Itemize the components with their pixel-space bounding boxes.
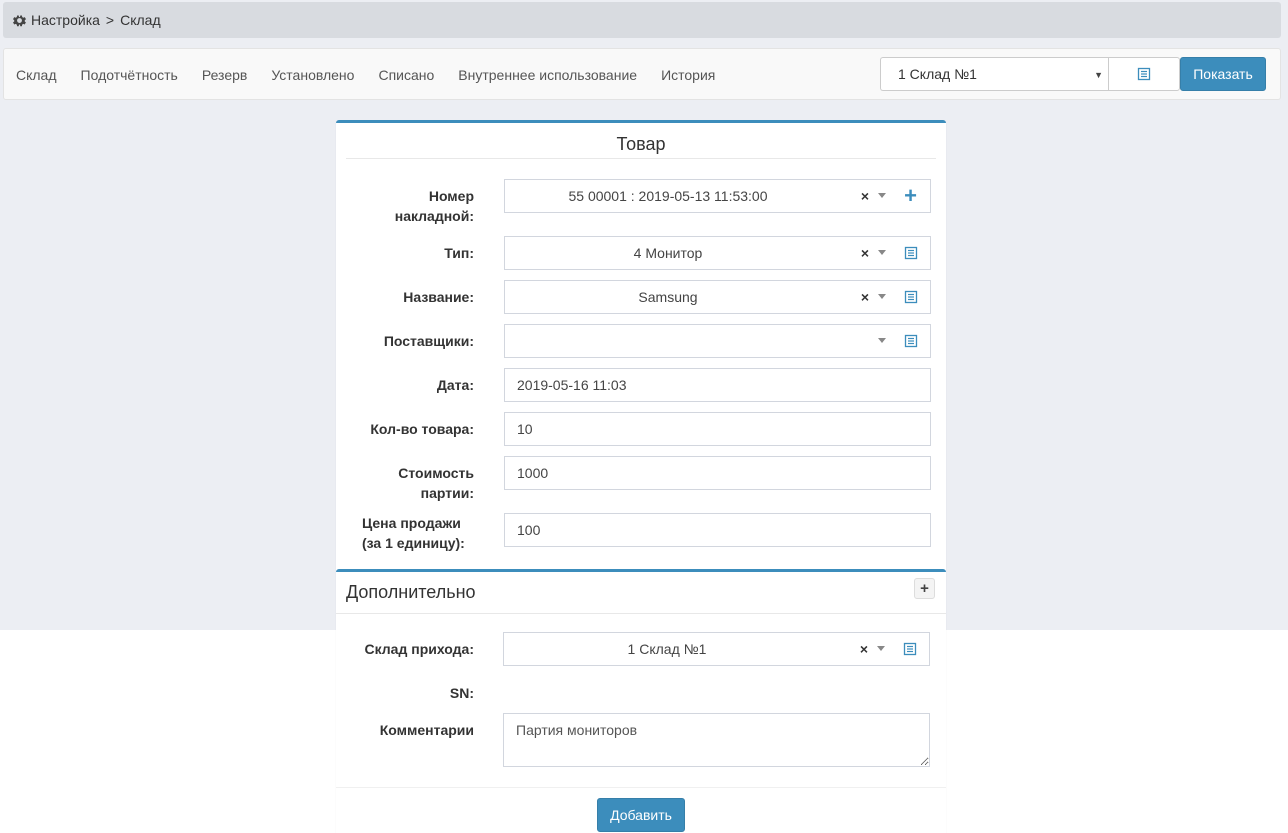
type-select[interactable]: 4 Монитор × xyxy=(504,236,892,270)
expand-toggle-button[interactable]: + xyxy=(914,578,935,599)
list-icon xyxy=(904,334,917,348)
name-list-button[interactable] xyxy=(891,280,931,314)
type-label: Тип: xyxy=(444,245,474,261)
breadcrumb: Настройка > Склад xyxy=(3,2,1281,38)
chevron-down-icon xyxy=(878,294,886,299)
comment-label: Комментарии xyxy=(379,722,474,738)
list-icon xyxy=(904,246,917,260)
chevron-down-icon xyxy=(878,338,886,343)
sale-price-label-line1: Цена продажи xyxy=(362,515,461,531)
caret-down-icon: ▼ xyxy=(1094,70,1103,80)
supplier-select[interactable] xyxy=(504,324,892,358)
quantity-label: Кол-во товара: xyxy=(370,421,474,437)
date-label: Дата: xyxy=(436,377,474,393)
invoice-label: Номер накладной: xyxy=(336,186,474,226)
additional-section-header: Дополнительно + xyxy=(336,569,946,614)
tab-written-off[interactable]: Списано xyxy=(378,67,434,83)
date-input-value: 2019-05-16 11:03 xyxy=(517,377,627,393)
comment-textarea[interactable]: Партия мониторов xyxy=(503,713,930,767)
tab-accountability[interactable]: Подотчётность xyxy=(81,67,178,83)
supplier-list-button[interactable] xyxy=(891,324,931,358)
date-input[interactable]: 2019-05-16 11:03 xyxy=(504,368,931,402)
incoming-warehouse-select-value: 1 Склад №1 xyxy=(627,641,707,657)
tab-warehouse[interactable]: Склад xyxy=(16,67,57,83)
invoice-select[interactable]: 55 00001 : 2019-05-13 11:53:00 × xyxy=(504,179,892,213)
sale-price-label: Цена продажи (за 1 единицу): xyxy=(336,513,496,553)
chevron-down-icon xyxy=(877,646,885,651)
warehouse-select[interactable]: 1 Склад №1 ▼ xyxy=(880,57,1109,91)
name-label: Название: xyxy=(403,289,474,305)
incoming-warehouse-label: Склад прихода: xyxy=(364,641,475,657)
supplier-label: Поставщики: xyxy=(383,333,474,349)
name-select-value: Samsung xyxy=(638,289,698,305)
batch-cost-label-line1: Стоимость xyxy=(398,465,474,481)
sn-label: SN: xyxy=(449,685,474,701)
invoice-label-line2: накладной: xyxy=(394,208,474,224)
sale-price-input-value: 100 xyxy=(517,522,541,538)
batch-cost-input[interactable]: 1000 xyxy=(504,456,931,490)
list-icon xyxy=(904,290,917,304)
clear-icon[interactable]: × xyxy=(861,289,869,305)
breadcrumb-separator: > xyxy=(105,12,115,28)
type-select-value: 4 Монитор xyxy=(633,245,703,261)
tab-internal-use[interactable]: Внутреннее использование xyxy=(458,67,637,83)
add-button[interactable]: Добавить xyxy=(597,798,685,832)
list-icon xyxy=(903,642,916,656)
plus-icon: + xyxy=(904,183,917,208)
sale-price-input[interactable]: 100 xyxy=(504,513,931,547)
chevron-down-icon xyxy=(878,250,886,255)
gear-icon xyxy=(13,14,26,26)
divider xyxy=(336,787,946,788)
additional-section-title: Дополнительно xyxy=(346,582,476,602)
clear-icon[interactable]: × xyxy=(861,245,869,261)
breadcrumb-current: Склад xyxy=(120,12,161,28)
sale-price-label-line2: (за 1 единицу): xyxy=(362,535,465,551)
supplier-select-value xyxy=(505,325,831,357)
incoming-warehouse-select[interactable]: 1 Склад №1 × xyxy=(503,632,891,666)
tab-history[interactable]: История xyxy=(661,67,715,83)
warehouse-select-value: 1 Склад №1 xyxy=(898,66,977,82)
invoice-label-line1: Номер xyxy=(428,188,474,204)
list-icon xyxy=(1137,67,1151,81)
quantity-input-value: 10 xyxy=(517,421,533,437)
add-invoice-button[interactable]: + xyxy=(891,179,931,213)
batch-cost-label: Стоимость партии: xyxy=(336,463,474,503)
clear-icon[interactable]: × xyxy=(861,188,869,204)
card-title: Товар xyxy=(346,123,936,159)
type-list-button[interactable] xyxy=(891,236,931,270)
warehouse-list-button[interactable] xyxy=(1108,57,1180,91)
show-button[interactable]: Показать xyxy=(1180,57,1266,91)
tab-installed[interactable]: Установлено xyxy=(271,67,354,83)
quantity-input[interactable]: 10 xyxy=(504,412,931,446)
batch-cost-label-line2: партии: xyxy=(420,485,474,501)
invoice-select-value: 55 00001 : 2019-05-13 11:53:00 xyxy=(568,188,768,204)
incoming-warehouse-list-button[interactable] xyxy=(890,632,930,666)
product-form-card: Товар Номер накладной: 55 00001 : 2019-0… xyxy=(336,120,946,833)
tab-list: Склад Подотчётность Резерв Установлено С… xyxy=(16,49,739,101)
chevron-down-icon xyxy=(878,193,886,198)
clear-icon[interactable]: × xyxy=(860,641,868,657)
breadcrumb-root[interactable]: Настройка xyxy=(31,12,100,28)
batch-cost-input-value: 1000 xyxy=(517,465,549,481)
tab-reserve[interactable]: Резерв xyxy=(202,67,247,83)
top-navigation: Склад Подотчётность Резерв Установлено С… xyxy=(3,48,1281,100)
name-select[interactable]: Samsung × xyxy=(504,280,892,314)
